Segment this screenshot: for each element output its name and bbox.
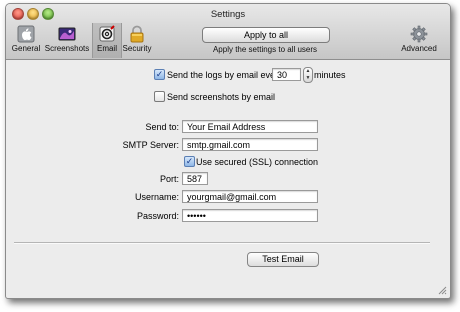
tab-advanced[interactable]: Advanced	[397, 23, 441, 58]
email-settings-panel: ✓ Send the logs by email every 30 ▲ ▼ mi…	[6, 60, 450, 298]
stepper-down-icon[interactable]: ▼	[304, 75, 312, 82]
send-logs-checkbox[interactable]: ✓	[154, 69, 165, 80]
tab-screenshots[interactable]: Screenshots	[43, 23, 91, 58]
send-screenshots-label: Send screenshots by email	[167, 92, 276, 102]
port-field[interactable]: 587	[182, 172, 208, 185]
gear-icon	[410, 25, 428, 43]
smtp-server-label: SMTP Server:	[122, 140, 179, 150]
tab-advanced-label: Advanced	[401, 44, 437, 53]
apple-icon	[17, 25, 35, 43]
password-label: Password:	[136, 211, 179, 221]
send-to-label: Send to:	[145, 122, 179, 132]
port-label: Port:	[159, 174, 179, 184]
stepper-up-icon[interactable]: ▲	[304, 68, 312, 75]
apply-caption: Apply the settings to all users	[212, 45, 318, 54]
interval-stepper[interactable]: ▲ ▼	[303, 67, 313, 83]
tab-security[interactable]: Security	[121, 23, 153, 58]
padlock-icon	[130, 25, 144, 43]
send-to-field[interactable]: Your Email Address	[182, 120, 318, 133]
tab-screenshots-label: Screenshots	[44, 44, 90, 53]
ssl-label: Use secured (SSL) connection	[196, 157, 319, 167]
divider	[14, 242, 430, 244]
send-logs-label: Send the logs by email every	[167, 70, 283, 80]
tab-general[interactable]: General	[10, 23, 42, 58]
log-interval-field[interactable]: 30	[272, 68, 301, 81]
email-icon	[99, 25, 115, 42]
ssl-checkbox[interactable]: ✓	[184, 156, 195, 167]
test-email-button[interactable]: Test Email	[247, 252, 319, 267]
tab-general-label: General	[11, 44, 41, 53]
settings-window: Settings General Screenshots Email Secur…	[5, 3, 451, 299]
minutes-label: minutes	[314, 70, 346, 80]
password-field[interactable]: ••••••	[182, 209, 318, 222]
send-screenshots-checkbox[interactable]	[154, 91, 165, 102]
username-label: Username:	[134, 192, 179, 202]
screenshots-icon	[58, 27, 76, 41]
apply-to-all-button[interactable]: Apply to all	[202, 27, 330, 43]
tab-email-label: Email	[96, 44, 117, 53]
username-field[interactable]: yourgmail@gmail.com	[182, 190, 318, 203]
resize-grip-icon[interactable]	[438, 286, 447, 295]
tab-security-label: Security	[122, 44, 152, 53]
smtp-server-field[interactable]: smtp.gmail.com	[182, 138, 318, 151]
toolbar: Settings General Screenshots Email Secur…	[6, 4, 450, 60]
tab-email[interactable]: Email	[92, 23, 122, 58]
window-title: Settings	[210, 9, 246, 20]
